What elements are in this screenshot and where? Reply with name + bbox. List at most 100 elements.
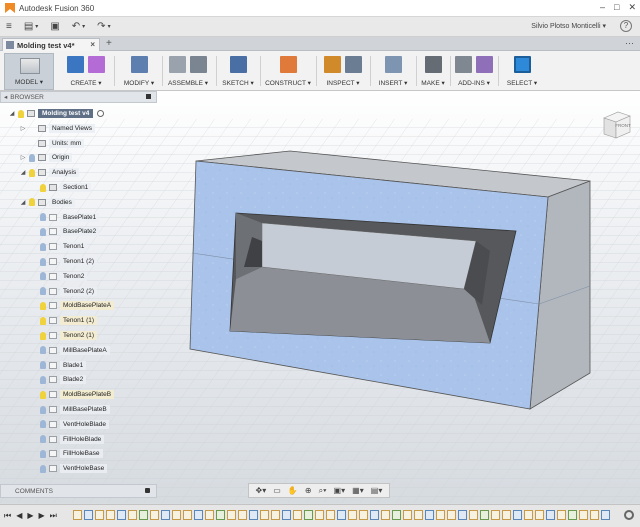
- browser-node[interactable]: ▷ Origin: [19, 151, 73, 164]
- zoom-icon[interactable]: ⊕: [305, 486, 312, 495]
- timeline-feature-icon[interactable]: [348, 510, 357, 520]
- visibility-bulb-icon[interactable]: [40, 405, 46, 414]
- timeline-feature-icon[interactable]: [601, 510, 610, 520]
- file-menu-button[interactable]: ▤ ▾: [18, 21, 44, 32]
- active-component-radio-icon[interactable]: [97, 110, 105, 117]
- save-icon[interactable]: ▣: [44, 21, 65, 32]
- visibility-bulb-icon[interactable]: [40, 390, 46, 399]
- browser-node[interactable]: FillHoleBlade: [30, 433, 105, 446]
- modify-tool-icon[interactable]: [130, 56, 148, 73]
- timeline-feature-icon[interactable]: [579, 510, 588, 520]
- timeline-feature-icon[interactable]: [106, 510, 115, 520]
- ribbon-group-make[interactable]: MAKE ▾: [418, 53, 448, 90]
- ribbon-label-modify[interactable]: MODIFY ▾: [118, 79, 160, 87]
- timeline-feature-icon[interactable]: [337, 510, 346, 520]
- visibility-bulb-icon[interactable]: [40, 435, 46, 444]
- visibility-bulb-icon[interactable]: [40, 242, 46, 251]
- add-ins-tool-icon[interactable]: [455, 56, 472, 73]
- assemble-tool-icon[interactable]: [190, 56, 207, 73]
- ribbon-group-select[interactable]: SELECT ▾: [500, 53, 544, 90]
- visibility-bulb-icon[interactable]: [40, 213, 46, 222]
- expand-toggle-icon[interactable]: ◢: [19, 169, 27, 176]
- make-tool-icon[interactable]: [424, 56, 442, 73]
- browser-node[interactable]: Tenon2 (1): [30, 329, 98, 342]
- undo-button[interactable]: ↶ ▾: [66, 21, 91, 32]
- visibility-bulb-icon[interactable]: [40, 227, 46, 236]
- more-tabs-icon[interactable]: ⋯: [625, 38, 634, 49]
- ribbon-label-assemble[interactable]: ASSEMBLE ▾: [162, 79, 214, 87]
- timeline-feature-icon[interactable]: [557, 510, 566, 520]
- close-window-button[interactable]: ✕: [628, 2, 636, 13]
- timeline-feature-icon[interactable]: [117, 510, 126, 520]
- ribbon-group-insert[interactable]: INSERT ▾: [372, 53, 414, 90]
- timeline-feature-icon[interactable]: [502, 510, 511, 520]
- ribbon-label-add-ins[interactable]: ADD-INS ▾: [452, 79, 496, 87]
- assemble-tool-icon[interactable]: [169, 56, 186, 73]
- help-icon[interactable]: ?: [620, 20, 632, 32]
- visibility-bulb-icon[interactable]: [40, 464, 46, 473]
- browser-node[interactable]: ◢ Analysis: [19, 166, 80, 179]
- visibility-bulb-icon[interactable]: [29, 198, 35, 207]
- ribbon-group-construct[interactable]: CONSTRUCT ▾: [262, 53, 314, 90]
- ribbon-group-create[interactable]: CREATE ▾: [60, 53, 112, 90]
- expand-toggle-icon[interactable]: ◢: [8, 110, 16, 117]
- timeline-feature-icon[interactable]: [172, 510, 181, 520]
- browser-node[interactable]: Tenon1 (1): [30, 314, 98, 327]
- browser-node[interactable]: FillHoleBase: [30, 447, 103, 460]
- timeline-feature-icon[interactable]: [315, 510, 324, 520]
- sketch-tool-icon[interactable]: [229, 56, 247, 73]
- ribbon-label-make[interactable]: MAKE ▾: [418, 79, 448, 87]
- timeline-feature-icon[interactable]: [535, 510, 544, 520]
- new-tab-button[interactable]: +: [106, 38, 112, 49]
- timeline-feature-icon[interactable]: [293, 510, 302, 520]
- timeline-feature-icon[interactable]: [590, 510, 599, 520]
- timeline-feature-icon[interactable]: [260, 510, 269, 520]
- browser-node[interactable]: Blade2: [30, 373, 87, 386]
- timeline-feature-icon[interactable]: [370, 510, 379, 520]
- browser-node[interactable]: Tenon2: [30, 270, 88, 283]
- timeline-feature-icon[interactable]: [282, 510, 291, 520]
- timeline-feature-icon[interactable]: [480, 510, 489, 520]
- browser-node[interactable]: Blade1: [30, 359, 87, 372]
- timeline-feature-icon[interactable]: [128, 510, 137, 520]
- orbit-icon[interactable]: ✥▾: [256, 486, 267, 495]
- visibility-bulb-icon[interactable]: [40, 331, 46, 340]
- visibility-bulb-icon[interactable]: [40, 420, 46, 429]
- ribbon-label-inspect[interactable]: INSPECT ▾: [318, 79, 368, 87]
- browser-node[interactable]: MillBasePlateB: [30, 403, 110, 416]
- fit-icon[interactable]: ⌕▾: [319, 486, 327, 496]
- add-ins-tool-icon[interactable]: [476, 56, 493, 73]
- add-comment-icon[interactable]: [145, 488, 150, 493]
- visibility-bulb-icon[interactable]: [40, 257, 46, 266]
- timeline-feature-icon[interactable]: [139, 510, 148, 520]
- last-step-icon[interactable]: ⏭: [50, 511, 57, 521]
- next-step-icon[interactable]: ▶: [39, 511, 45, 521]
- browser-root-node[interactable]: ◢ Molding test v4: [8, 107, 105, 120]
- timeline-feature-icon[interactable]: [568, 510, 577, 520]
- timeline-feature-icon[interactable]: [392, 510, 401, 520]
- expand-toggle-icon[interactable]: ▷: [19, 154, 27, 161]
- inspect-tool-icon[interactable]: [345, 56, 362, 73]
- browser-node[interactable]: Tenon1: [30, 240, 88, 253]
- browser-node[interactable]: Units: mm: [19, 137, 85, 150]
- timeline-feature-icon[interactable]: [524, 510, 533, 520]
- visibility-bulb-icon[interactable]: [40, 361, 46, 370]
- expand-toggle-icon[interactable]: ▷: [19, 125, 27, 132]
- timeline-feature-icon[interactable]: [227, 510, 236, 520]
- ribbon-label-construct[interactable]: CONSTRUCT ▾: [262, 79, 314, 87]
- timeline-feature-icon[interactable]: [359, 510, 368, 520]
- browser-node[interactable]: MillBasePlateA: [30, 344, 110, 357]
- timeline-feature-icon[interactable]: [436, 510, 445, 520]
- browser-node[interactable]: Section1: [30, 181, 92, 194]
- insert-tool-icon[interactable]: [384, 56, 402, 73]
- data-panel-menu-icon[interactable]: ≡: [0, 21, 18, 32]
- browser-node[interactable]: Tenon2 (2): [30, 285, 98, 298]
- visibility-bulb-icon[interactable]: [40, 272, 46, 281]
- timeline-feature-icon[interactable]: [546, 510, 555, 520]
- browser-node[interactable]: Tenon1 (2): [30, 255, 98, 268]
- timeline-feature-icon[interactable]: [326, 510, 335, 520]
- browser-node[interactable]: BasePlate2: [30, 225, 100, 238]
- browser-node[interactable]: MoldBasePlateB: [30, 388, 115, 401]
- ribbon-group-inspect[interactable]: INSPECT ▾: [318, 53, 368, 90]
- timeline-feature-icon[interactable]: [150, 510, 159, 520]
